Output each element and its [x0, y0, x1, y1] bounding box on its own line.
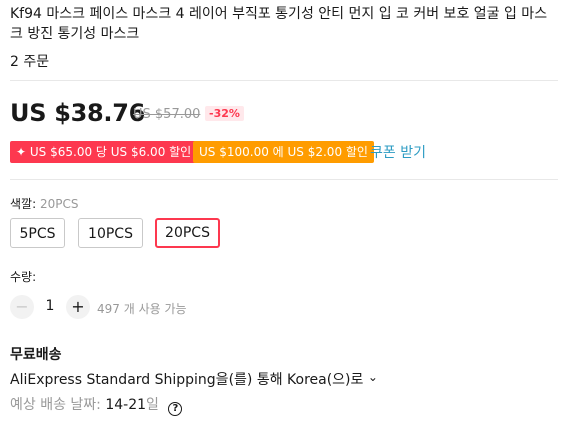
shipping-method-selector[interactable]: AliExpress Standard Shipping을(를) 통해 Kore…: [10, 369, 378, 389]
minus-icon: −: [15, 297, 29, 316]
discount-badge: -32%: [205, 106, 244, 121]
divider: [10, 179, 558, 180]
option-10pcs[interactable]: 10PCS: [78, 218, 143, 248]
option-20pcs-selected[interactable]: 20PCS: [155, 218, 220, 248]
shipping-heading: 무료배송: [10, 347, 62, 363]
order-count: 2 주문: [10, 54, 50, 70]
delivery-estimate: 예상 배송 날짜: 14-21일 ?: [10, 394, 183, 416]
available-quantity: 497 개 사용 가능: [97, 302, 187, 316]
color-label-text: 색깔:: [10, 197, 37, 211]
coupon-badge-1: ✦ US $65.00 당 US $6.00 할인: [10, 141, 198, 163]
coupon-text: US $65.00 당 US $6.00 할인: [29, 145, 192, 159]
coupon-text: US $100.00 에 US $2.00 할인: [199, 145, 368, 159]
eta-unit: 일: [146, 397, 159, 413]
eta-value: 14-21: [105, 397, 147, 413]
sparkle-icon: ✦: [16, 145, 27, 159]
quantity-value[interactable]: 1: [44, 298, 56, 314]
chevron-down-icon: ⌄: [367, 370, 378, 384]
quantity-increase-button[interactable]: +: [66, 295, 90, 319]
product-title: Kf94 마스크 페이스 마스크 4 레이어 부직포 통기성 안티 먼지 입 코…: [10, 6, 548, 42]
eta-label: 예상 배송 날짜:: [10, 397, 101, 413]
option-5pcs[interactable]: 5PCS: [10, 218, 65, 248]
shipping-method-text: AliExpress Standard Shipping을(를) 통해 Kore…: [10, 372, 364, 388]
color-selected-value: 20PCS: [39, 197, 79, 211]
current-price: US $38.76: [10, 99, 146, 127]
help-icon[interactable]: ?: [168, 402, 183, 416]
divider: [10, 80, 558, 81]
plus-icon: +: [71, 297, 85, 316]
coupon-badge-2: US $100.00 에 US $2.00 할인: [193, 141, 374, 163]
color-label: 색깔: 20PCS: [10, 195, 78, 212]
get-coupon-link[interactable]: 쿠폰 받기: [370, 142, 426, 162]
quantity-decrease-button[interactable]: −: [10, 295, 34, 319]
quantity-label: 수량:: [10, 270, 37, 284]
original-price: US $57.00: [133, 107, 201, 122]
